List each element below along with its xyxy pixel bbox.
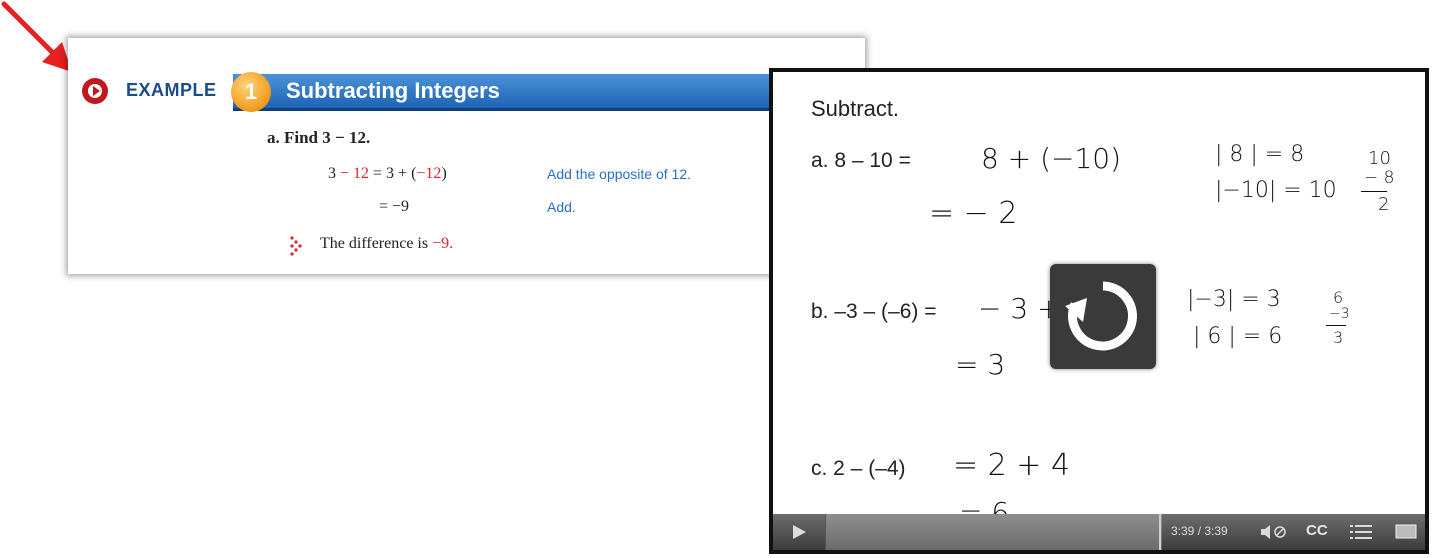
- problem-a: a. 8 – 10 =: [811, 149, 911, 172]
- work-line-a: [1361, 191, 1387, 192]
- handwriting-b-work-top: 6: [1333, 288, 1344, 307]
- handwriting-a-work-mid: − 8: [1364, 168, 1395, 188]
- video-controls-bar: 3:39 / 3:39 CC: [773, 514, 1425, 550]
- video-heading: Subtract.: [811, 96, 900, 121]
- handwriting-b-result: = 3: [955, 348, 1006, 381]
- example-play-icon[interactable]: [82, 78, 108, 104]
- handwriting-b-abs1: |−3| = 3: [1187, 287, 1281, 312]
- part-a-prompt: a. Find 3 − 12.: [267, 128, 371, 147]
- progress-bar[interactable]: [825, 514, 1162, 550]
- handwriting-b-abs2: | 6 | = 6: [1193, 324, 1283, 349]
- handwriting-a-work-bot: 2: [1378, 194, 1390, 215]
- example-number-badge: 1: [231, 72, 271, 112]
- volume-icon[interactable]: [1259, 523, 1289, 541]
- work-line-b: [1326, 325, 1346, 326]
- handwriting-a-abs2: |−10| = 10: [1215, 178, 1337, 203]
- play-button[interactable]: [773, 514, 823, 550]
- step-note-1: Add the opposite of 12.: [547, 166, 691, 182]
- fullscreen-icon[interactable]: [1395, 524, 1417, 540]
- handwriting-a-rhs: 8 + (−10): [981, 142, 1122, 175]
- play-icon: [793, 525, 806, 539]
- handwriting-a-abs1: | 8 | = 8: [1215, 142, 1305, 167]
- equation-line-1: 3 − 12 = 3 + (−12): [328, 165, 447, 182]
- replay-icon: [1065, 281, 1137, 351]
- problem-c: c. 2 – (–4): [811, 457, 906, 480]
- handwriting-a-work-top: 10: [1368, 148, 1391, 169]
- example-label: EXAMPLE: [126, 80, 217, 100]
- replay-button[interactable]: [1050, 264, 1156, 369]
- problem-b: b. –3 – (–6) =: [811, 300, 937, 323]
- handwriting-c-rhs: = 2 + 4: [953, 448, 1071, 483]
- handwriting-a-result: = − 2: [929, 196, 1018, 231]
- scrub-handle[interactable]: [1159, 514, 1161, 550]
- chapters-list-icon[interactable]: [1350, 523, 1372, 541]
- example-title: Subtracting Integers: [286, 78, 500, 103]
- handwriting-b-work-bot: 3: [1333, 328, 1344, 347]
- time-display: 3:39 / 3:39: [1171, 524, 1228, 538]
- answer-marker-icon: [290, 236, 302, 256]
- textbook-example-card: EXAMPLE 1 Subtracting Integers a. Find 3…: [68, 38, 865, 274]
- step-note-2: Add.: [547, 199, 576, 215]
- video-player[interactable]: Subtract. a. 8 – 10 = 8 + (−10) = − 2 | …: [769, 68, 1429, 554]
- equation-line-2: = −9: [379, 198, 410, 215]
- handwriting-b-work-mid: −3: [1329, 306, 1350, 322]
- answer-statement: The difference is −9.: [320, 235, 454, 252]
- closed-captions-button[interactable]: CC: [1306, 522, 1328, 539]
